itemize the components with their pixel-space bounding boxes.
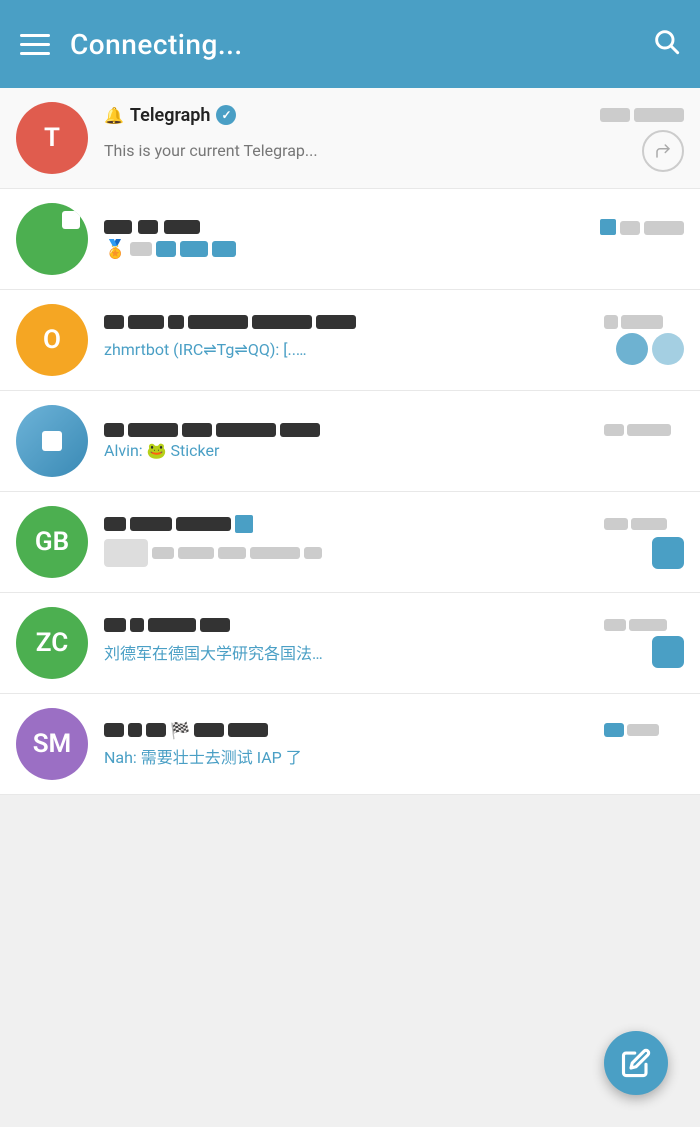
list-item[interactable]: O zhmrtbot (IRC⇌Tg⇌QQ): [..… xyxy=(0,290,700,391)
chat-header xyxy=(104,315,684,329)
avatar: GB xyxy=(16,506,88,578)
topbar: Connecting... xyxy=(0,0,700,88)
chat-preview: 刘德军在德国大学研究各国法… xyxy=(104,640,323,664)
list-item[interactable]: T 🔔 Telegraph ✓ xyxy=(0,88,700,189)
avatar-letter: ZC xyxy=(36,628,68,658)
chat-name: Telegraph ✓ xyxy=(130,105,237,126)
chat-header xyxy=(104,423,684,437)
chat-list: T 🔔 Telegraph ✓ xyxy=(0,88,700,795)
avatar-letter: T xyxy=(44,123,60,153)
compose-fab[interactable] xyxy=(604,1031,668,1095)
mute-icon: 🔔 xyxy=(104,106,124,125)
chat-preview: This is your current Telegrap... xyxy=(104,141,318,160)
list-item[interactable]: 🏅 xyxy=(0,189,700,290)
search-icon[interactable] xyxy=(652,27,680,62)
chat-content: 🔔 Telegraph ✓ This is your current Teleg… xyxy=(104,105,684,172)
chat-preview: 🏅 xyxy=(104,239,684,260)
share-button[interactable] xyxy=(642,130,684,172)
list-item[interactable]: ZC 刘德军在德国大学研究各国法… xyxy=(0,593,700,694)
chat-header: 🔔 Telegraph ✓ xyxy=(104,105,684,126)
chat-content: 🏅 xyxy=(104,219,684,260)
chat-content: Alvin: 🐸 Sticker xyxy=(104,423,684,460)
verified-badge: ✓ xyxy=(216,105,236,125)
avatar: T xyxy=(16,102,88,174)
chat-header: 🏁 xyxy=(104,721,684,740)
list-item[interactable]: GB xyxy=(0,492,700,593)
avatar-letter: SM xyxy=(33,729,72,759)
chat-preview: Alvin: 🐸 Sticker xyxy=(104,441,684,460)
chat-content: zhmrtbot (IRC⇌Tg⇌QQ): [..… xyxy=(104,315,684,365)
chat-header xyxy=(104,618,684,632)
list-item[interactable]: Alvin: 🐸 Sticker xyxy=(0,391,700,492)
chat-preview: Nah: 需要壮士去测试 IAP 了 xyxy=(104,744,684,768)
avatar-letter: O xyxy=(43,325,61,355)
chat-preview: zhmrtbot (IRC⇌Tg⇌QQ): [..… xyxy=(104,333,684,365)
topbar-title: Connecting... xyxy=(70,28,243,61)
time-col xyxy=(600,108,684,122)
avatar: SM xyxy=(16,708,88,780)
avatar: O xyxy=(16,304,88,376)
hamburger-icon[interactable] xyxy=(20,34,50,55)
list-item[interactable]: SM 🏁 Nah: 需要壮士去测试 IAP 了 xyxy=(0,694,700,795)
name-row: 🔔 Telegraph ✓ xyxy=(104,105,600,126)
chat-content: 刘德军在德国大学研究各国法… xyxy=(104,618,684,668)
chat-header xyxy=(104,219,684,235)
chat-header xyxy=(104,515,684,533)
chat-content xyxy=(104,515,684,569)
chat-content: 🏁 Nah: 需要壮士去测试 IAP 了 xyxy=(104,721,684,768)
avatar xyxy=(16,405,88,477)
avatar-letter: GB xyxy=(35,527,69,557)
avatar: ZC xyxy=(16,607,88,679)
topbar-left: Connecting... xyxy=(20,28,243,61)
avatar xyxy=(16,203,88,275)
